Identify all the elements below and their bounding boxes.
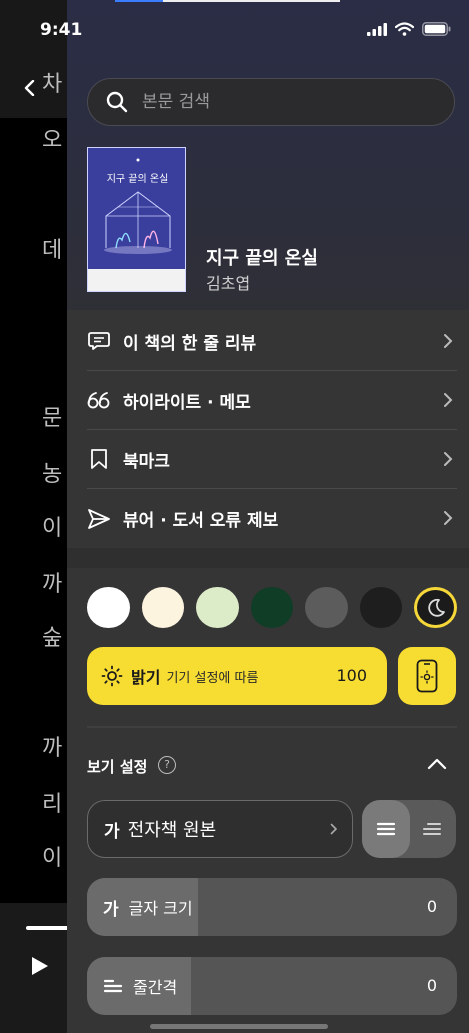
line-spacing-value: 0: [426, 976, 437, 995]
font-size-value: 0: [426, 897, 437, 916]
brightness-value: 100: [336, 666, 367, 685]
theme-swatch-white[interactable]: [87, 587, 130, 628]
align-justify-icon: [376, 822, 396, 836]
reader-text: 리: [42, 792, 63, 817]
night-mode-icon: [427, 598, 445, 617]
reader-text: 차: [42, 72, 63, 97]
greenhouse-illustration: [104, 158, 172, 254]
theme-swatch-black[interactable]: [359, 587, 403, 628]
line-spacing-slider[interactable]: 줄간격 0: [87, 957, 457, 1015]
font-selector[interactable]: 가 전자책 원본: [87, 800, 353, 858]
theme-swatch-dark-green[interactable]: [250, 587, 294, 628]
reader-text: 이: [42, 516, 63, 541]
help-icon[interactable]: ?: [158, 756, 176, 774]
theme-swatch-night-selected[interactable]: [414, 587, 457, 628]
chevron-right-icon: [330, 823, 338, 835]
theme-swatch-light-green[interactable]: [196, 587, 239, 628]
align-right-ragged-icon: [423, 823, 441, 835]
chevron-right-icon: [444, 393, 453, 407]
section-divider: [67, 548, 469, 568]
drawer-menu: 이 책의 한 줄 리뷰 하이라이트 · 메모 북마크 뷰어 · 도서 오류 제보: [87, 312, 457, 548]
reader-text: 데: [42, 238, 63, 263]
font-prefix: 가: [104, 821, 120, 842]
back-arrow-icon[interactable]: [22, 80, 38, 96]
reader-text: 까: [42, 572, 63, 597]
align-justify-button[interactable]: [362, 800, 410, 858]
menu-item-report-error[interactable]: 뷰어 · 도서 오류 제보: [87, 489, 457, 548]
settings-divider: [87, 726, 457, 728]
quote-icon: [87, 388, 111, 412]
theme-swatch-gray[interactable]: [305, 587, 348, 628]
cover-footer: [88, 269, 185, 291]
home-indicator: [150, 1024, 328, 1029]
menu-item-highlights[interactable]: 하이라이트 · 메모: [87, 371, 457, 430]
text-align-toggle: [362, 800, 456, 858]
cellular-signal-icon: [367, 22, 387, 36]
reader-text: 숲: [42, 626, 63, 651]
comment-icon: [87, 329, 111, 353]
reader-text: 농: [42, 462, 63, 487]
chevron-right-icon: [444, 511, 453, 525]
menu-item-label: 이 책의 한 줄 리뷰: [123, 333, 257, 354]
reader-text: 까: [42, 736, 63, 761]
line-spacing-label: 줄간격: [103, 957, 177, 1015]
reader-text: 이: [42, 846, 63, 871]
battery-icon: [422, 22, 451, 36]
search-bar[interactable]: [87, 78, 455, 126]
font-size-prefix: 가: [103, 899, 119, 920]
brightness-sub-label: 기기 설정에 따름: [166, 670, 259, 686]
settings-drawer: 지구 끝의 온실 지구 끝의 온실 김초엽 이 책의 한 줄 리뷰: [67, 0, 469, 1033]
reader-text: 오: [42, 128, 63, 153]
brightness-label: 밝기: [131, 668, 161, 687]
brightness-slider[interactable]: 밝기 기기 설정에 따름 100: [87, 647, 387, 705]
theme-swatches: [87, 587, 457, 629]
line-spacing-icon: [103, 979, 123, 993]
line-spacing-text: 줄간격: [133, 978, 178, 997]
menu-item-bookmarks[interactable]: 북마크: [87, 430, 457, 489]
font-size-text: 글자 크기: [128, 899, 193, 918]
phone-brightness-icon: [416, 659, 438, 693]
book-cover[interactable]: 지구 끝의 온실: [87, 147, 186, 292]
menu-item-label: 뷰어 · 도서 오류 제보: [123, 511, 279, 531]
bookmark-icon: [87, 447, 111, 471]
menu-item-review[interactable]: 이 책의 한 줄 리뷰: [87, 312, 457, 371]
chevron-right-icon: [444, 334, 453, 348]
play-icon[interactable]: [32, 957, 48, 975]
font-name: 전자책 원본: [127, 820, 217, 841]
status-icons: [367, 22, 451, 36]
device-brightness-button[interactable]: [398, 647, 456, 705]
chevron-right-icon: [444, 452, 453, 466]
book-author: 김초엽: [206, 274, 251, 293]
send-icon: [87, 507, 111, 531]
top-progress-accent: [115, 0, 163, 2]
reader-text: 문: [42, 406, 63, 431]
status-time: 9:41: [40, 20, 83, 40]
search-icon: [106, 91, 128, 113]
font-size-label: 가 글자 크기: [103, 878, 193, 936]
menu-item-label: 하이라이트 · 메모: [123, 392, 251, 413]
theme-swatch-cream[interactable]: [141, 587, 185, 628]
menu-item-label: 북마크: [123, 451, 170, 472]
book-title: 지구 끝의 온실: [206, 248, 318, 269]
chevron-up-icon[interactable]: [427, 756, 447, 772]
align-left-button[interactable]: [408, 800, 456, 858]
font-size-slider[interactable]: 가 글자 크기 0: [87, 878, 457, 936]
view-settings-title: 보기 설정: [87, 758, 148, 776]
sun-icon: [101, 665, 123, 687]
wifi-icon: [395, 22, 414, 36]
search-input[interactable]: [142, 92, 432, 112]
